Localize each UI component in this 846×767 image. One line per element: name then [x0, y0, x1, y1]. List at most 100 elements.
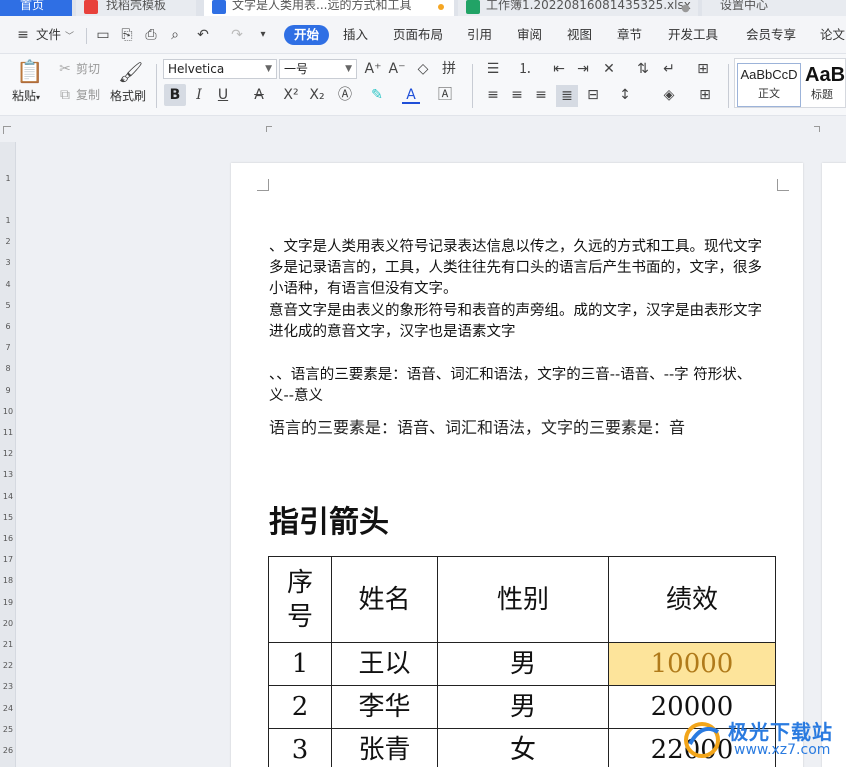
tab-view[interactable]: 视图: [567, 25, 592, 45]
increase-indent-icon[interactable]: ⇥: [574, 60, 592, 78]
shading-icon[interactable]: ◈: [660, 86, 678, 104]
table-header-cell[interactable]: 序号: [268, 556, 332, 643]
distributed-align-icon[interactable]: ⊟: [584, 86, 602, 104]
ruler-marker[interactable]: [266, 126, 272, 132]
paragraph-1[interactable]: 、文字是人类用表义符号记录表达信息以传之，久远的方式和工具。现代文字多是记录语言…: [269, 237, 769, 300]
justify-icon[interactable]: ≣: [556, 85, 578, 107]
table-cell-highlighted[interactable]: 10000: [608, 642, 776, 686]
numbered-list-icon[interactable]: ⒈: [516, 60, 534, 78]
copy-icon[interactable]: ⧉: [56, 86, 74, 104]
ruler-number: 5: [5, 300, 11, 310]
italic-button[interactable]: I: [190, 86, 208, 104]
strikethrough-button[interactable]: A: [250, 86, 268, 104]
borders-icon[interactable]: ⊞: [696, 86, 714, 104]
table-cell[interactable]: 李华: [331, 685, 438, 729]
tab-review[interactable]: 审阅: [517, 25, 542, 45]
font-size-select[interactable]: 一号 ▼: [279, 59, 357, 79]
show-marks-icon[interactable]: ↵: [660, 60, 678, 78]
align-right-icon[interactable]: ≡: [532, 86, 550, 104]
style-normal[interactable]: AaBbCcD 正文: [737, 63, 801, 107]
table-cell[interactable]: 3: [268, 728, 332, 767]
tab-references[interactable]: 引用: [467, 25, 492, 45]
print-icon[interactable]: ⎙: [142, 26, 160, 44]
tab-template[interactable]: 找稻壳模板: [76, 0, 196, 16]
writer-doc-icon: [212, 0, 226, 14]
underline-button[interactable]: U: [214, 86, 232, 104]
align-left-icon[interactable]: ≡: [484, 86, 502, 104]
sort-icon[interactable]: ⇅: [634, 60, 652, 78]
print-preview-icon[interactable]: ⌕: [166, 26, 184, 44]
redo-icon[interactable]: ↷: [228, 26, 246, 44]
save-icon[interactable]: ▭: [94, 26, 112, 44]
paragraph-3[interactable]: 、、语言的三要素是：语音、词汇和语法，文字的三音--语音、--字 符形状、义--…: [269, 365, 769, 407]
font-color-icon[interactable]: A: [402, 86, 420, 104]
paste-icon[interactable]: 📋: [16, 60, 43, 86]
highlight-icon[interactable]: ✎: [368, 86, 386, 104]
ruler-number: 16: [2, 534, 14, 543]
subscript-button[interactable]: X₂: [308, 86, 326, 104]
close-tab-icon[interactable]: ●: [681, 0, 690, 16]
paste-label: 粘贴: [12, 89, 37, 103]
tab-page-layout[interactable]: 页面布局: [393, 25, 443, 45]
tab-developer[interactable]: 开发工具: [668, 25, 718, 45]
text-effect-icon[interactable]: Ⓐ: [336, 86, 354, 104]
table-tools-icon[interactable]: ⊞: [694, 60, 712, 78]
tab-document[interactable]: 文字是人类用表...远的方式和工具: [204, 0, 454, 16]
document-page[interactable]: 、文字是人类用表义符号记录表达信息以传之，久远的方式和工具。现代文字多是记录语言…: [231, 163, 803, 767]
tab-settings[interactable]: 设置中心: [702, 0, 846, 16]
cut-icon[interactable]: ✂: [56, 60, 74, 78]
table-cell[interactable]: 男: [437, 685, 609, 729]
chevron-down-icon: ▾: [36, 93, 41, 102]
increase-font-icon[interactable]: A⁺: [364, 60, 382, 78]
format-painter-button[interactable]: 格式刷: [110, 88, 146, 104]
document-heading[interactable]: 指引箭头: [269, 503, 389, 543]
table-cell[interactable]: 王以: [331, 642, 438, 686]
format-painter-icon[interactable]: 🖌: [118, 60, 143, 84]
table-cell[interactable]: 男: [437, 642, 609, 686]
paragraph-2[interactable]: 意音文字是由表义的象形符号和表音的声旁组。成的文字，汉字是由表形文字进化成的意音…: [269, 301, 769, 343]
table-header-cell[interactable]: 绩效: [608, 556, 776, 643]
paragraph-4[interactable]: 语言的三要素是：语音、词汇和语法，文字的三要素是：音: [269, 417, 769, 438]
font-name-value: Helvetica: [168, 62, 225, 76]
file-menu[interactable]: 文件 ﹀: [36, 25, 74, 47]
bold-button[interactable]: B: [164, 84, 186, 106]
superscript-button[interactable]: X²: [282, 86, 300, 104]
style-heading[interactable]: AaB 标题: [805, 63, 846, 107]
menu-hamburger-icon[interactable]: ≡: [14, 26, 32, 44]
watermark-logo-icon: [684, 722, 720, 758]
table-cell[interactable]: 2: [268, 685, 332, 729]
tab-bar: 首页 找稻壳模板 文字是人类用表...远的方式和工具 工作簿1.20220816…: [0, 0, 846, 16]
tab-home-ribbon[interactable]: 开始: [284, 25, 330, 45]
table-cell[interactable]: 1: [268, 642, 332, 686]
table-header-cell[interactable]: 性别: [437, 556, 609, 643]
tab-thesis[interactable]: 论文: [820, 25, 845, 45]
watermark-title: 极光下载站: [728, 720, 833, 744]
ruler-number: 8: [5, 364, 11, 374]
chinese-layout-icon[interactable]: ✕: [600, 60, 618, 78]
tab-sections[interactable]: 章节: [617, 25, 642, 45]
export-pdf-icon[interactable]: ⎘: [118, 26, 136, 44]
tab-home[interactable]: 首页: [0, 0, 72, 16]
table-cell[interactable]: 张青: [331, 728, 438, 767]
phonetic-guide-icon[interactable]: 拼: [440, 60, 458, 78]
tab-member[interactable]: 会员专享: [746, 25, 796, 45]
clear-format-icon[interactable]: ◇: [414, 60, 432, 78]
align-center-icon[interactable]: ≡: [508, 86, 526, 104]
font-name-select[interactable]: Helvetica ▼: [163, 59, 277, 79]
copy-button[interactable]: 复制: [76, 87, 100, 103]
char-border-icon[interactable]: 🄰: [436, 86, 454, 104]
paste-button[interactable]: 粘贴▾: [12, 88, 40, 106]
undo-icon[interactable]: ↶: [194, 26, 212, 44]
line-spacing-icon[interactable]: ↕: [616, 86, 634, 104]
bullet-list-icon[interactable]: ☰: [484, 60, 502, 78]
ruler-marker[interactable]: [814, 126, 820, 132]
tab-spreadsheet[interactable]: 工作簿1.20220816081435325.xlsx ●: [458, 0, 698, 16]
decrease-indent-icon[interactable]: ⇤: [550, 60, 568, 78]
table-header-cell[interactable]: 姓名: [331, 556, 438, 643]
decrease-font-icon[interactable]: A⁻: [388, 60, 406, 78]
customize-toolbar-icon[interactable]: ▾: [254, 26, 272, 44]
table-cell[interactable]: 女: [437, 728, 609, 767]
ruler-tab-icon[interactable]: [3, 126, 11, 134]
cut-button[interactable]: 剪切: [76, 61, 100, 77]
tab-insert[interactable]: 插入: [343, 25, 368, 45]
